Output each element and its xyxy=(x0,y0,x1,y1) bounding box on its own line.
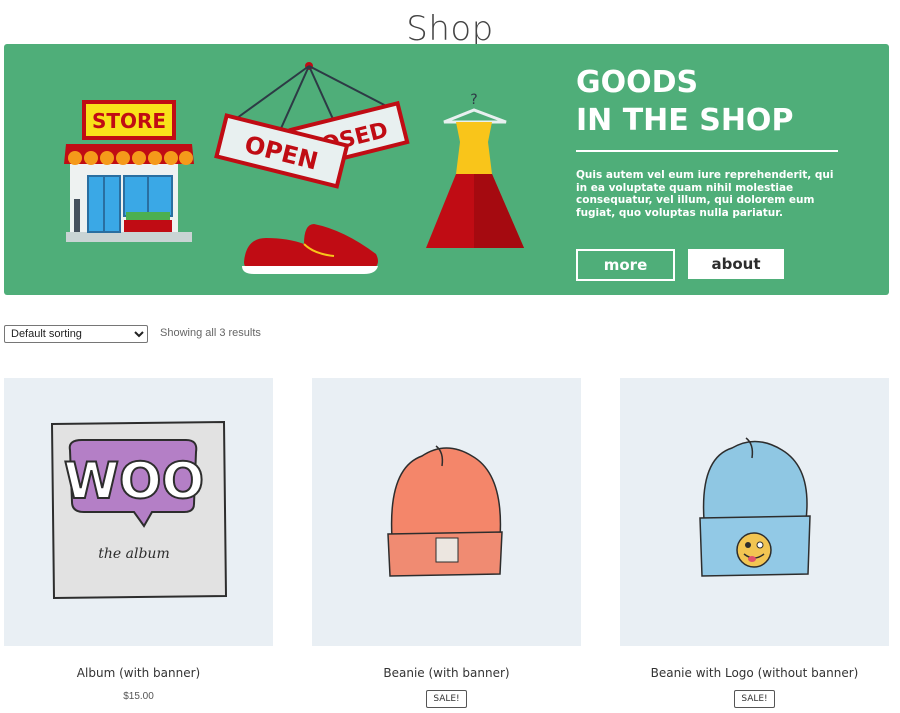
dress-icon: ? xyxy=(426,92,524,248)
product-image-album[interactable]: WOO the album xyxy=(4,378,273,646)
store-sign-text: STORE xyxy=(92,109,166,133)
product-card: Beanie (with banner) SALE! xyxy=(312,378,581,708)
banner-illustration: STORE OSED OPEN ? xyxy=(64,62,524,274)
about-button[interactable]: about xyxy=(688,249,784,279)
product-image-beanie[interactable] xyxy=(312,378,581,646)
orange-beanie-icon xyxy=(387,445,503,577)
product-card: WOO the album Album (with banner) $15.00 xyxy=(4,378,273,702)
banner-heading-line1: GOODS xyxy=(576,65,699,100)
sale-badge: SALE! xyxy=(734,690,775,708)
banner-heading: GOODS IN THE SHOP xyxy=(576,64,793,140)
product-image-beanie-logo[interactable] xyxy=(620,378,889,646)
banner-text: Quis autem vel eum iure reprehenderit, q… xyxy=(576,169,834,219)
product-name-link[interactable]: Beanie (with banner) xyxy=(312,666,581,680)
blue-beanie-icon xyxy=(699,437,811,577)
store-icon: STORE xyxy=(64,100,194,242)
banner-heading-line2: IN THE SHOP xyxy=(576,103,794,138)
album-art-icon: WOO the album xyxy=(50,420,228,600)
product-name-link[interactable]: Beanie with Logo (without banner) xyxy=(620,666,889,680)
product-price: $15.00 xyxy=(123,691,154,702)
sort-select[interactable]: Default sorting xyxy=(4,325,148,343)
result-count: Showing all 3 results xyxy=(160,327,261,339)
promo-banner: STORE OSED OPEN ? GOODS IN THE SHOP Quis… xyxy=(4,44,889,295)
page-title: Shop xyxy=(406,8,494,49)
product-card: Beanie with Logo (without banner) SALE! xyxy=(620,378,889,708)
album-art-title: WOO xyxy=(64,452,204,510)
hanger-mark-text: ? xyxy=(470,92,477,108)
banner-divider xyxy=(576,150,838,152)
more-button[interactable]: more xyxy=(576,249,675,281)
album-art-subtitle: the album xyxy=(98,546,169,562)
sale-badge: SALE! xyxy=(426,690,467,708)
shoe-icon xyxy=(242,224,378,274)
product-name-link[interactable]: Album (with banner) xyxy=(4,666,273,680)
open-closed-sign-icon: OSED OPEN xyxy=(214,62,410,189)
